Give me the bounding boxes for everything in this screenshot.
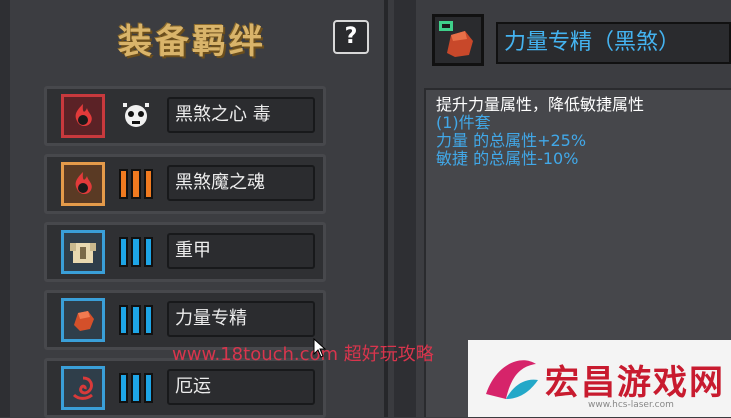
set-name: 厄运 [167,369,315,405]
set-row-heavy-armor[interactable]: 重甲 [44,222,326,282]
help-button[interactable]: ? [333,20,369,54]
set-row-heisha-soul[interactable]: 黑煞魔之魂 [44,154,326,214]
logo-icon [486,360,538,399]
set-count-icon [119,305,153,335]
item-description: 提升力量属性，降低敏捷属性 [436,95,645,114]
set-name: 力量专精 [167,301,315,337]
skull-icon [119,101,153,131]
set-count-icon [119,169,153,199]
set-name: 重甲 [167,233,315,269]
logo-subtext: www.hcs-laser.com [588,400,674,410]
stat-line: 敏捷 的总属性-10% [436,149,579,168]
mouse-cursor-icon [313,338,327,358]
logo-text: 宏昌游戏网 [545,363,725,403]
set-name: 黑煞魔之魂 [167,165,315,201]
item-name: 力量专精（黑煞） [496,22,731,64]
stat-line: 力量 的总属性+25% [436,131,587,150]
black-flame-icon [61,94,105,138]
set-row-doom[interactable]: 厄运 [44,358,326,418]
set-count-text: (1)件套 [436,113,491,132]
watermark-url: www.18touch.com 超好玩攻略 [172,344,434,365]
set-count-icon [119,373,153,403]
panel-title: 装备羁绊 [118,22,266,62]
set-name: 黑煞之心 毒 [167,97,315,133]
black-flame-icon [61,162,105,206]
doom-swirl-icon [61,366,105,410]
heavy-armor-icon [61,230,105,274]
strength-fist-icon [432,14,484,66]
set-count-icon [119,237,153,267]
set-row-heisha-heart[interactable]: 黑煞之心 毒 [44,86,326,146]
strength-fist-icon [61,298,105,342]
